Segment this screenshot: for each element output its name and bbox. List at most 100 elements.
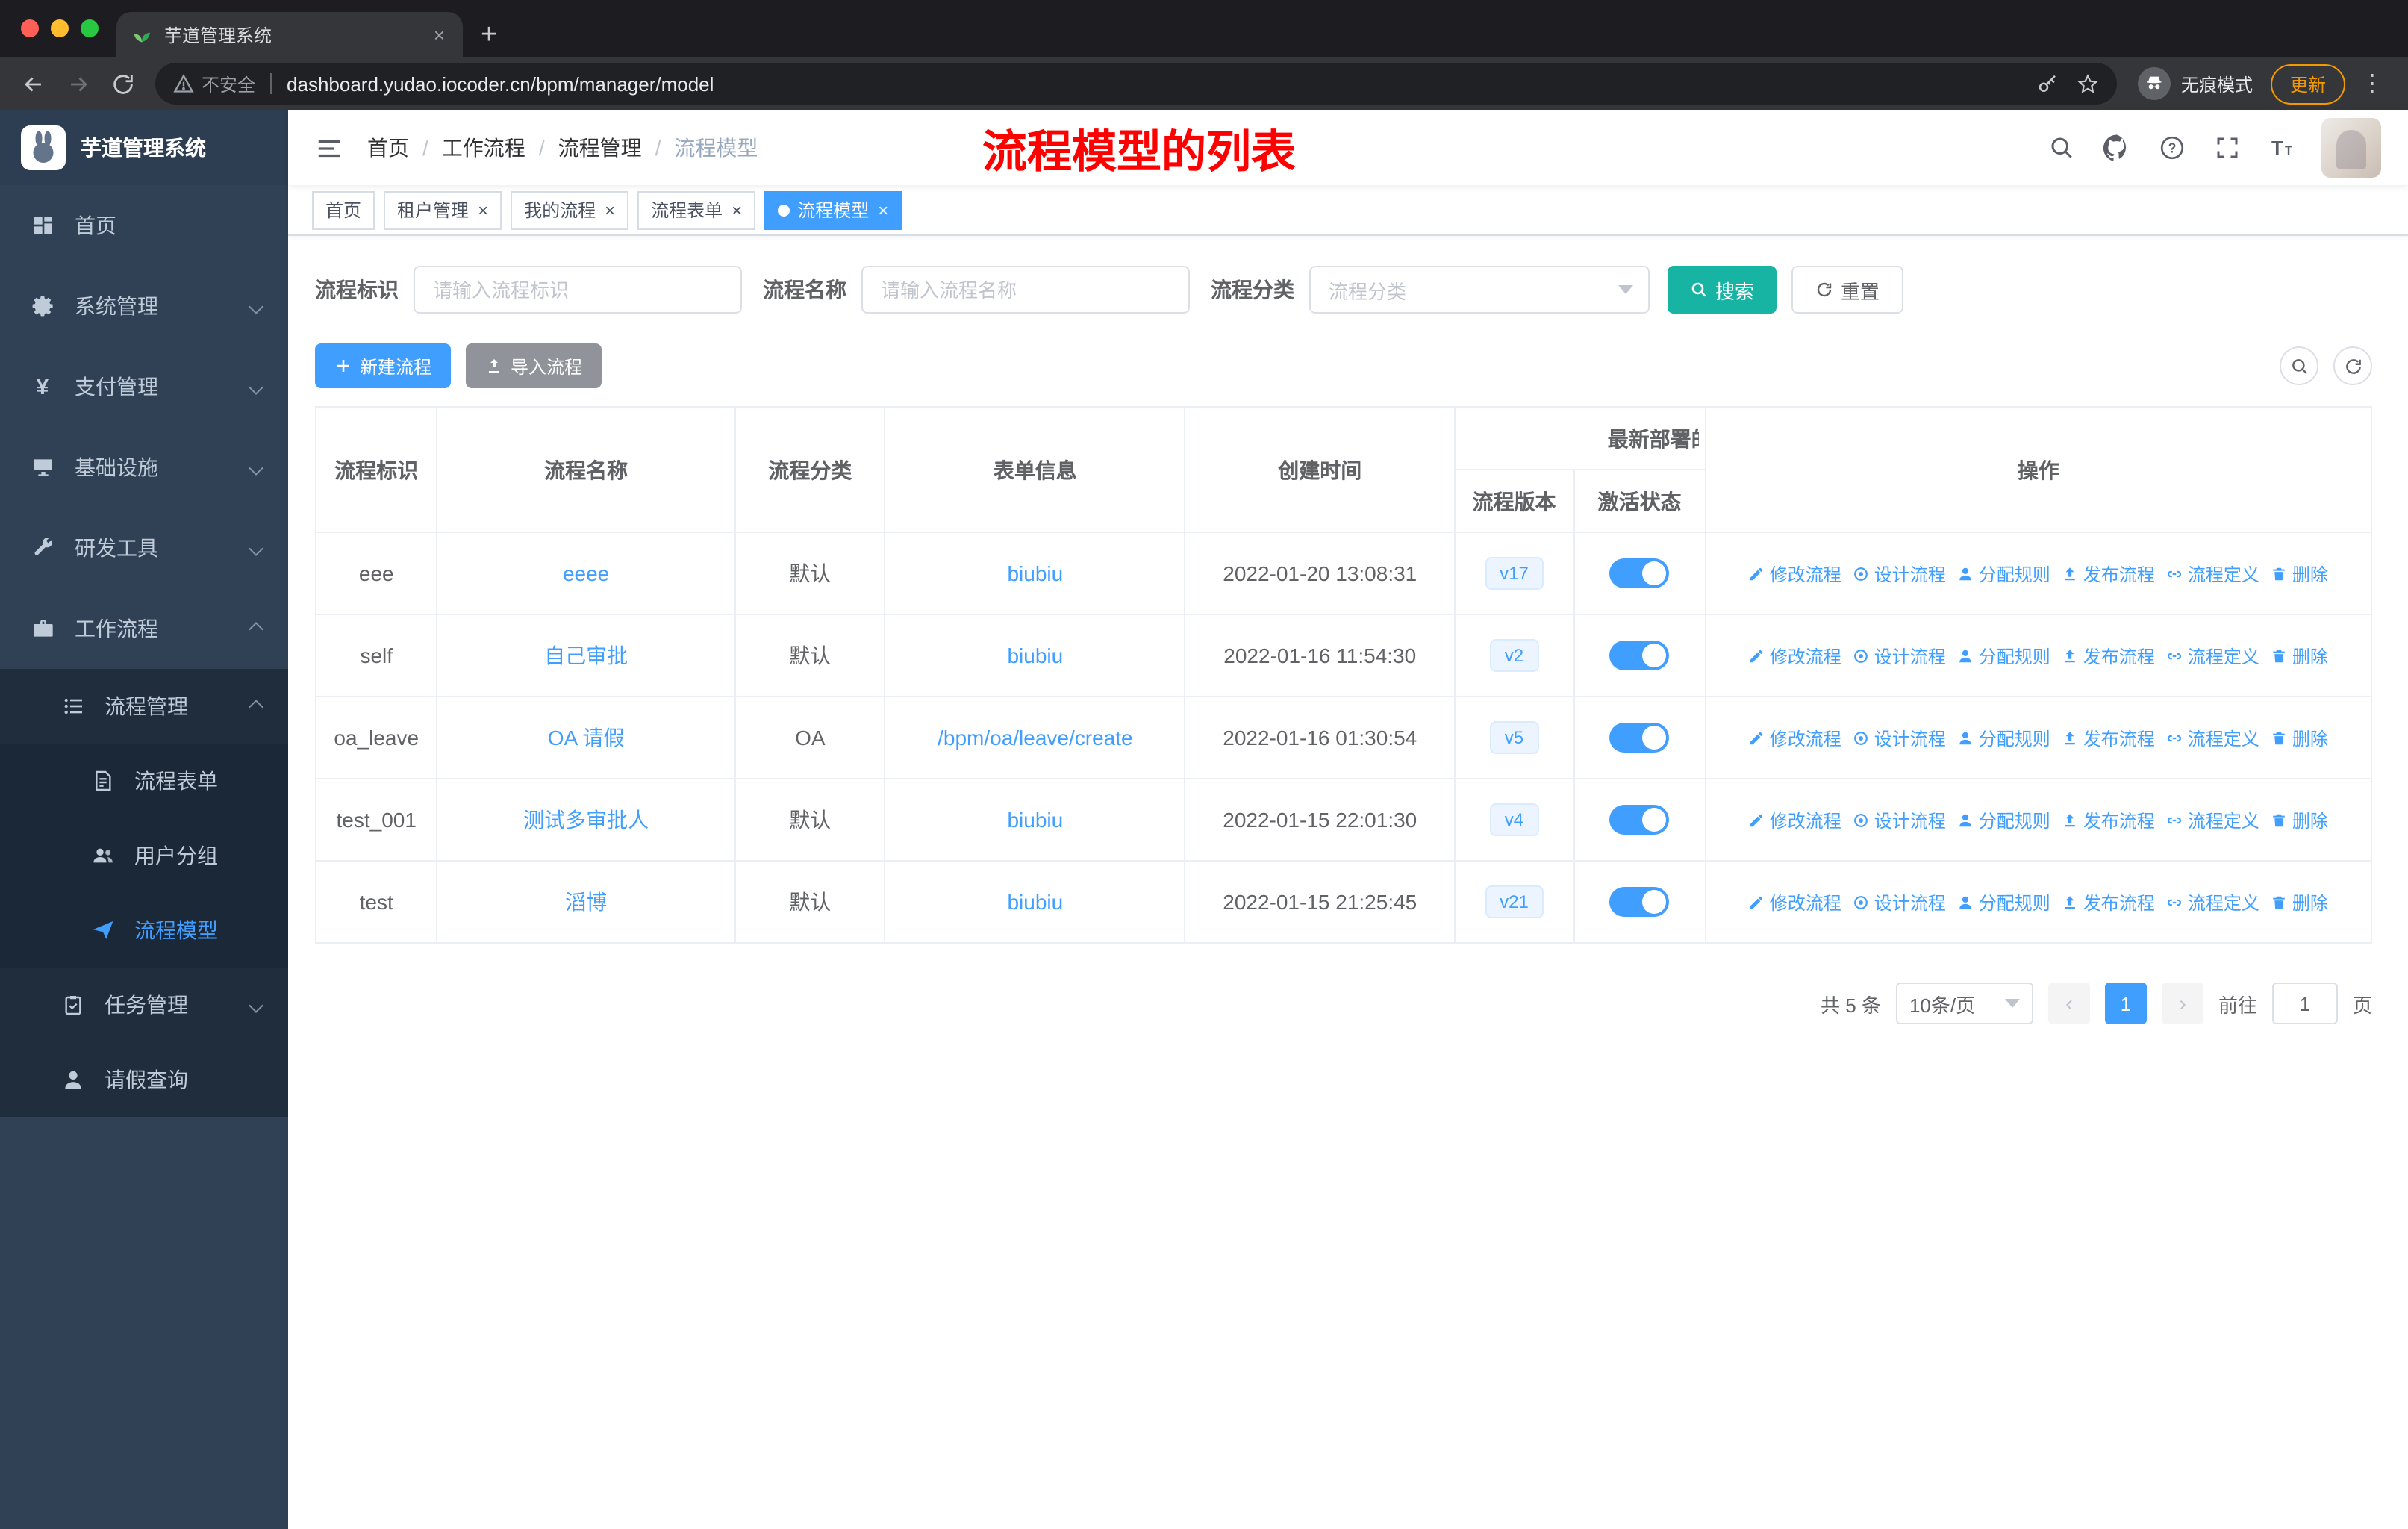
active-toggle[interactable] [1609,887,1670,917]
sidebar-item-payment-management[interactable]: ¥ 支付管理 [0,346,288,427]
forward-icon[interactable] [57,63,99,105]
tag-close-icon[interactable]: × [878,201,888,219]
search-icon[interactable] [2045,131,2078,164]
form-info-link[interactable]: biubiu [1007,644,1063,667]
page-size-select[interactable]: 10条/页 [1895,983,2033,1024]
row-action-definition[interactable]: 流程定义 [2167,889,2259,915]
row-action-edit[interactable]: 修改流程 [1749,561,1841,586]
active-toggle[interactable] [1609,641,1670,670]
row-action-edit[interactable]: 修改流程 [1749,725,1841,750]
sidebar-item-system-management[interactable]: 系统管理 [0,266,288,346]
sidebar-item-workflow[interactable]: 工作流程 [0,588,288,669]
row-action-design[interactable]: 设计流程 [1853,889,1946,915]
sidebar-item-infrastructure[interactable]: 基础设施 [0,427,288,508]
back-icon[interactable] [12,63,54,105]
toggle-search-button[interactable] [2280,346,2318,385]
tag-close-icon[interactable]: × [478,201,488,219]
security-warning[interactable]: 不安全 [173,71,255,96]
font-size-icon[interactable]: TT [2266,131,2299,164]
tag-close-icon[interactable]: × [732,201,742,219]
row-action-definition[interactable]: 流程定义 [2167,561,2259,586]
tab-close-icon[interactable]: × [431,23,448,46]
row-action-delete[interactable]: 删除 [2271,643,2328,668]
process-name-link[interactable]: 测试多审批人 [523,808,649,832]
sidebar-item-process-management[interactable]: 流程管理 [0,669,288,744]
process-name-link[interactable]: eeee [563,561,609,585]
breadcrumb-item-workflow[interactable]: 工作流程 [442,133,525,163]
process-name-link[interactable]: 自己审批 [544,644,628,667]
form-info-link[interactable]: biubiu [1007,808,1063,832]
row-action-assign[interactable]: 分配规则 [1958,725,2050,750]
sidebar-item-leave-query[interactable]: 请假查询 [0,1042,288,1117]
tag-close-icon[interactable]: × [605,201,615,219]
row-action-delete[interactable]: 删除 [2271,561,2328,586]
row-action-delete[interactable]: 删除 [2271,725,2328,750]
browser-menu-icon[interactable]: ⋮ [2348,69,2396,99]
user-avatar[interactable] [2321,118,2381,178]
breadcrumb-item-home[interactable]: 首页 [367,133,409,163]
process-name-link[interactable]: 滔博 [565,890,607,914]
import-process-button[interactable]: 导入流程 [466,343,602,388]
row-action-design[interactable]: 设计流程 [1853,807,1946,832]
reload-icon[interactable] [102,63,143,105]
sidebar-item-task-management[interactable]: 任务管理 [0,968,288,1042]
sidebar-item-home[interactable]: 首页 [0,185,288,266]
row-action-edit[interactable]: 修改流程 [1749,807,1841,832]
row-action-publish[interactable]: 发布流程 [2062,725,2155,750]
prev-page-button[interactable]: ‹ [2047,983,2090,1024]
row-action-assign[interactable]: 分配规则 [1958,561,2050,586]
row-action-assign[interactable]: 分配规则 [1958,643,2050,668]
row-action-publish[interactable]: 发布流程 [2062,561,2155,586]
row-action-definition[interactable]: 流程定义 [2167,807,2259,832]
row-action-definition[interactable]: 流程定义 [2167,643,2259,668]
row-action-publish[interactable]: 发布流程 [2062,807,2155,832]
reset-button[interactable]: 重置 [1791,266,1904,314]
process-name-link[interactable]: OA 请假 [548,726,625,750]
active-toggle[interactable] [1609,558,1670,588]
row-action-delete[interactable]: 删除 [2271,889,2328,915]
app-logo[interactable]: 芋道管理系统 [0,110,288,185]
bookmark-star-icon[interactable] [2077,72,2099,95]
sidebar-item-process-model[interactable]: 流程模型 [0,893,288,968]
github-icon[interactable] [2100,131,2133,164]
tag-my-process[interactable]: 我的流程 × [511,190,629,229]
row-action-publish[interactable]: 发布流程 [2062,889,2155,915]
form-info-link[interactable]: biubiu [1007,561,1063,585]
update-button[interactable]: 更新 [2270,63,2345,104]
tag-tenant-management[interactable]: 租户管理 × [384,190,502,229]
address-bar[interactable]: 不安全 dashboard.yudao.iocoder.cn/bpm/manag… [155,63,2117,105]
sidebar-item-devtools[interactable]: 研发工具 [0,508,288,588]
row-action-publish[interactable]: 发布流程 [2062,643,2155,668]
row-action-assign[interactable]: 分配规则 [1958,889,2050,915]
next-page-button[interactable]: › [2161,983,2203,1024]
search-button[interactable]: 搜索 [1668,266,1777,314]
tag-process-model[interactable]: 流程模型 × [764,190,902,229]
row-action-design[interactable]: 设计流程 [1853,643,1946,668]
row-action-definition[interactable]: 流程定义 [2167,725,2259,750]
help-icon[interactable]: ? [2156,131,2189,164]
close-window-button[interactable] [21,19,39,37]
password-key-icon[interactable] [2036,72,2059,95]
sidebar-toggle-button[interactable] [300,134,358,162]
sidebar-item-process-form[interactable]: 流程表单 [0,744,288,818]
category-select[interactable]: 流程分类 [1309,266,1650,314]
maximize-window-button[interactable] [81,19,99,37]
process-name-input[interactable] [861,266,1190,314]
create-process-button[interactable]: 新建流程 [315,343,452,388]
current-page-button[interactable]: 1 [2104,983,2147,1024]
form-info-link[interactable]: biubiu [1007,890,1063,914]
minimize-window-button[interactable] [51,19,69,37]
form-info-link[interactable]: /bpm/oa/leave/create [938,726,1133,750]
breadcrumb-item-process-management[interactable]: 流程管理 [558,133,642,163]
goto-page-input[interactable] [2271,983,2338,1024]
row-action-edit[interactable]: 修改流程 [1749,643,1841,668]
tag-process-form[interactable]: 流程表单 × [637,190,756,229]
row-action-edit[interactable]: 修改流程 [1749,889,1841,915]
new-tab-button[interactable]: + [481,21,497,49]
process-id-input[interactable] [414,266,742,314]
row-action-assign[interactable]: 分配规则 [1958,807,2050,832]
row-action-design[interactable]: 设计流程 [1853,561,1946,586]
active-toggle[interactable] [1609,723,1670,753]
row-action-design[interactable]: 设计流程 [1853,725,1946,750]
refresh-table-button[interactable] [2333,346,2372,385]
